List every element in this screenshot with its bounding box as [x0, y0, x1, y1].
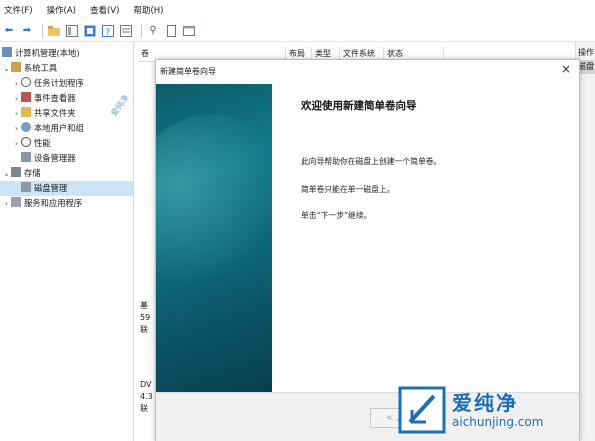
tree-item-performance[interactable]: › 性能	[0, 136, 133, 151]
menu-bar: 文件(F) 操作(A) 查看(V) 帮助(H)	[0, 0, 595, 20]
wizard-note: 简单卷只能在单一磁盘上。	[301, 185, 395, 194]
chevron-right-icon[interactable]: ›	[12, 121, 21, 136]
toolbar: ⬅ ➡ ? ⚲	[0, 20, 595, 42]
actions-title: 操作	[578, 48, 594, 57]
wizard-instruction: 单击“下一步”继续。	[301, 211, 372, 220]
tree-item-root[interactable]: 计算机管理(本地)	[0, 46, 133, 61]
chevron-down-icon[interactable]: ⌄	[2, 61, 11, 76]
disk-1-label[interactable]: DV 4.3 联	[140, 379, 153, 415]
menu-view[interactable]: 查看(V)	[90, 4, 119, 16]
chevron-right-icon[interactable]: ›	[2, 196, 11, 211]
menu-help[interactable]: 帮助(H)	[133, 4, 163, 16]
wizard-welcome-heading: 欢迎使用新建简单卷向导	[301, 100, 417, 112]
forward-icon[interactable]: ➡	[20, 24, 34, 38]
tree-item-disk-management[interactable]: 磁盘管理	[0, 181, 133, 196]
tree-item-local-users[interactable]: › 本地用户和组	[0, 121, 133, 136]
help-icon[interactable]: ?	[101, 24, 115, 38]
menu-file[interactable]: 文件(F)	[4, 4, 33, 16]
close-icon[interactable]: ×	[561, 62, 571, 76]
properties-icon[interactable]	[83, 24, 97, 38]
show-hide-tree-icon[interactable]	[65, 24, 79, 38]
device-manager-icon	[21, 152, 31, 162]
watermark-aichunjing: 爱纯净 aichunjing.com	[396, 378, 595, 441]
connect-icon[interactable]: ⚲	[146, 24, 160, 38]
tree-item-task-scheduler[interactable]: › 任务计划程序	[0, 76, 133, 91]
performance-icon	[21, 137, 31, 147]
users-icon	[21, 122, 31, 132]
tree-item-services[interactable]: › 服务和应用程序	[0, 196, 133, 211]
svg-text:?: ?	[106, 28, 111, 37]
chevron-right-icon[interactable]: ›	[12, 91, 21, 106]
toolbar-separator-2	[141, 23, 142, 38]
menu-action[interactable]: 操作(A)	[47, 4, 76, 16]
console-tree: 计算机管理(本地) ⌄ 系统工具 › 任务计划程序 › 事件查看器 › 共享文件夹 › 本…	[0, 42, 134, 441]
event-viewer-icon	[21, 92, 31, 102]
disk-0-label[interactable]: 基 59 联	[140, 300, 150, 336]
wizard-title: 新建简单卷向导	[160, 67, 216, 76]
tree-item-storage[interactable]: ⌄ 存储	[0, 166, 133, 181]
list-view-icon[interactable]	[119, 24, 133, 38]
page-icon[interactable]	[164, 24, 178, 38]
chevron-right-icon[interactable]: ›	[12, 76, 21, 91]
disk-management-icon	[21, 182, 31, 192]
watermark-text: 爱纯净	[452, 390, 518, 415]
watermark-logo-icon	[398, 386, 446, 433]
shared-folder-icon	[21, 107, 31, 117]
window-icon[interactable]	[182, 24, 196, 38]
watermark-url: aichunjing.com	[452, 414, 544, 429]
chevron-right-icon[interactable]: ›	[12, 106, 21, 121]
wizard-description: 此向导帮助你在磁盘上创建一个简单卷。	[301, 157, 442, 166]
services-icon	[11, 197, 21, 207]
tree-item-device-manager[interactable]: 设备管理器	[0, 151, 133, 166]
wizard-banner-image	[156, 84, 272, 392]
chevron-down-icon[interactable]: ⌄	[2, 166, 11, 181]
chevron-right-icon[interactable]: ›	[12, 136, 21, 151]
toolbar-separator	[42, 23, 43, 38]
up-folder-icon[interactable]	[47, 24, 61, 38]
storage-icon	[11, 167, 21, 177]
tools-icon	[11, 62, 21, 72]
tree-item-system-tools[interactable]: ⌄ 系统工具	[0, 61, 133, 76]
clock-icon	[21, 77, 31, 87]
back-icon[interactable]: ⬅	[2, 24, 16, 38]
computer-icon	[2, 47, 12, 57]
